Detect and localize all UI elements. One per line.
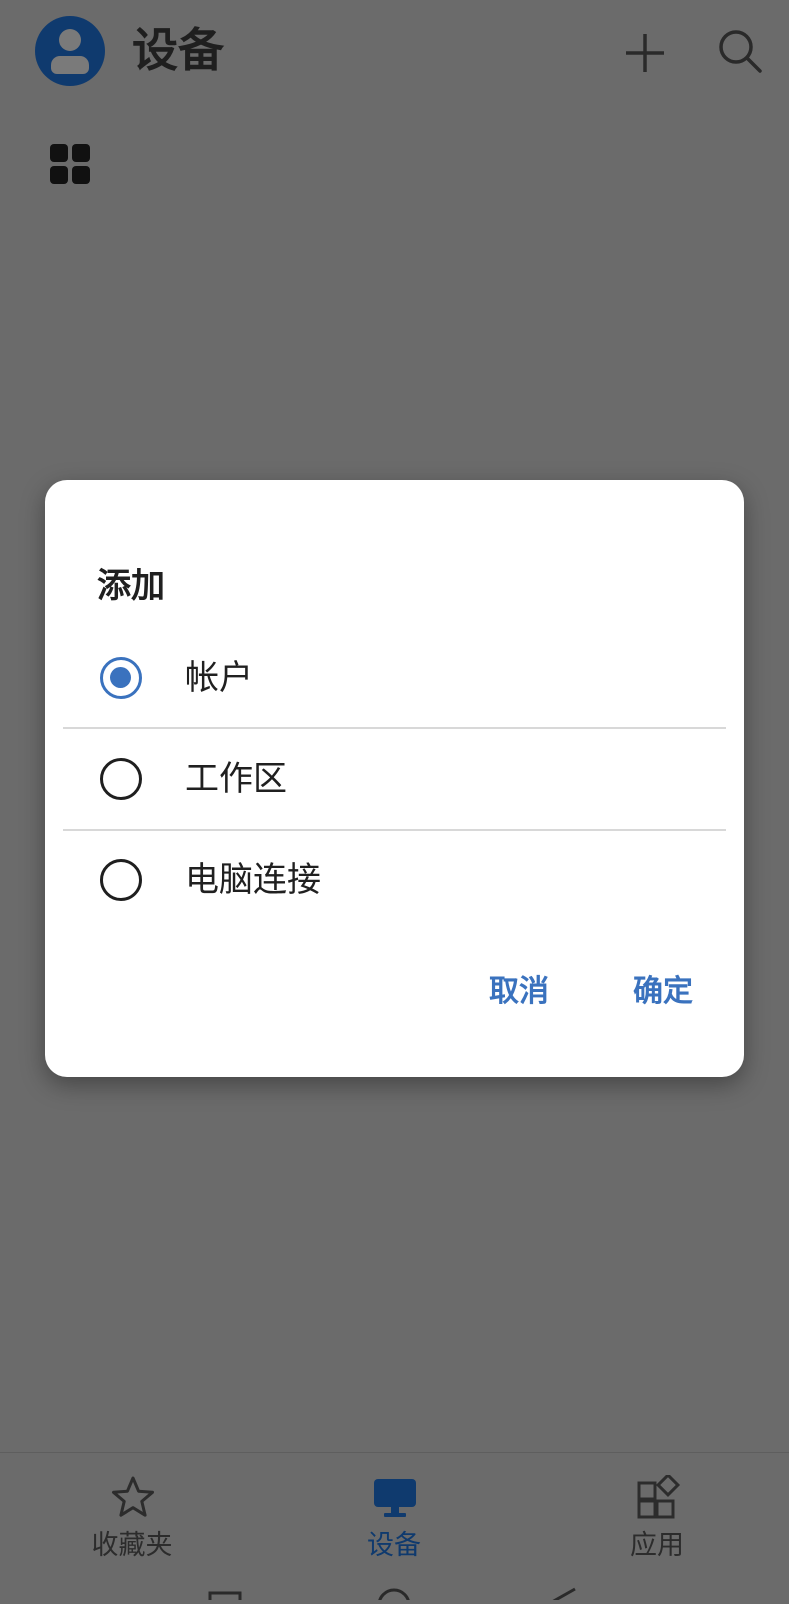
nav-label: 设备	[367, 1530, 421, 1561]
option-label: 工作区	[185, 759, 287, 799]
plus-icon	[626, 34, 664, 72]
radio-pc-connection[interactable]	[100, 859, 142, 901]
add-button[interactable]	[620, 28, 670, 78]
avatar-head	[59, 29, 81, 51]
option-account[interactable]: 帐户	[45, 627, 744, 727]
option-pc-connection[interactable]: 电脑连接	[45, 829, 744, 929]
avatar[interactable]	[35, 16, 105, 86]
system-navigation-bar	[0, 1585, 789, 1604]
nav-label: 应用	[630, 1530, 684, 1561]
back-icon[interactable]	[551, 1587, 576, 1604]
radio-account[interactable]	[100, 657, 142, 699]
monitor-icon	[374, 1479, 416, 1517]
home-icon[interactable]	[377, 1588, 411, 1604]
search-icon	[719, 30, 762, 73]
nav-label: 收藏夹	[91, 1530, 173, 1561]
radio-workspace[interactable]	[100, 758, 142, 800]
nav-item-favorites[interactable]: 收藏夹	[32, 1453, 232, 1563]
cancel-button[interactable]: 取消	[489, 972, 549, 1012]
nav-item-apps[interactable]: 应用	[557, 1453, 757, 1563]
add-dialog: 添加 帐户 工作区 电脑连接 取消 确定	[45, 480, 744, 1077]
option-workspace[interactable]: 工作区	[45, 728, 744, 828]
bottom-nav: 收藏夹 设备 应用	[0, 1452, 789, 1601]
app-bar: 设备	[0, 0, 789, 110]
star-icon	[112, 1476, 154, 1517]
ok-button[interactable]: 确定	[633, 972, 693, 1012]
option-label: 帐户	[185, 658, 253, 698]
avatar-body	[51, 56, 89, 74]
dialog-title: 添加	[97, 566, 165, 606]
option-label: 电脑连接	[185, 860, 321, 900]
search-button[interactable]	[715, 26, 765, 76]
page-title: 设备	[132, 23, 224, 77]
grid-icon	[50, 144, 90, 184]
apps-icon	[637, 1475, 681, 1519]
grid-view-button[interactable]	[48, 142, 92, 186]
nav-item-devices[interactable]: 设备	[294, 1453, 494, 1563]
recents-icon[interactable]	[208, 1591, 242, 1604]
